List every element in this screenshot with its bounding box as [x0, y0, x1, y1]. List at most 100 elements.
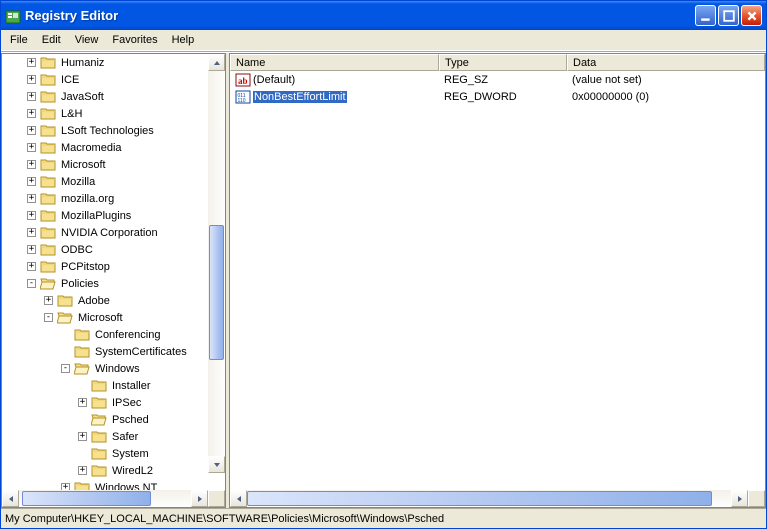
expand-icon[interactable]: +: [27, 75, 36, 84]
tree-node[interactable]: +NVIDIA Corporation: [4, 224, 225, 241]
expand-icon[interactable]: +: [27, 211, 36, 220]
value-row[interactable]: ab(Default)REG_SZ(value not set): [230, 71, 765, 88]
window-title: Registry Editor: [25, 8, 695, 23]
tree-node[interactable]: + Microsoft: [4, 156, 225, 173]
collapse-icon[interactable]: -: [27, 279, 36, 288]
no-expander: [61, 347, 70, 356]
col-type-header[interactable]: Type: [439, 54, 567, 71]
svg-text:110: 110: [238, 98, 246, 104]
tree-node-label: Mozilla: [59, 174, 97, 190]
tree-horizontal-scrollbar[interactable]: [2, 490, 225, 507]
expand-icon[interactable]: +: [78, 466, 87, 475]
tree-node[interactable]: + Mozilla: [4, 173, 225, 190]
collapse-icon[interactable]: -: [61, 364, 70, 373]
tree-node[interactable]: + Safer: [4, 428, 225, 445]
folder-icon: [57, 294, 73, 307]
scroll-right-button[interactable]: [731, 490, 748, 507]
col-name-header[interactable]: Name: [230, 54, 439, 71]
expand-icon[interactable]: +: [78, 432, 87, 441]
tree-node[interactable]: +MozillaPlugins: [4, 207, 225, 224]
scroll-left-button[interactable]: [2, 490, 19, 507]
expand-icon[interactable]: +: [27, 228, 36, 237]
tree-node-label: Safer: [110, 429, 140, 445]
menu-edit[interactable]: Edit: [35, 32, 68, 48]
tree-pane: +Humaniz+ICE+JavaSoft+L&H+LSoft Technolo…: [1, 53, 226, 508]
tree-node[interactable]: -Microsoft: [4, 309, 225, 326]
tree-node-label: Windows: [93, 361, 142, 377]
tree-node[interactable]: +JavaSoft: [4, 88, 225, 105]
tree-node[interactable]: -Policies: [4, 275, 225, 292]
value-data: (value not set): [567, 73, 765, 87]
status-bar: My Computer\HKEY_LOCAL_MACHINE\SOFTWARE\…: [1, 508, 766, 528]
menu-favorites[interactable]: Favorites: [105, 32, 164, 48]
tree-node[interactable]: +L&H: [4, 105, 225, 122]
tree-node[interactable]: +Windows NT: [4, 479, 225, 490]
tree-node-label: Microsoft: [59, 157, 108, 173]
expand-icon[interactable]: +: [27, 92, 36, 101]
expand-icon[interactable]: +: [27, 126, 36, 135]
expand-icon[interactable]: +: [61, 483, 70, 490]
expand-icon[interactable]: +: [27, 177, 36, 186]
tree-node[interactable]: + IPSec: [4, 394, 225, 411]
registry-editor-window: Registry Editor File Edit View Favorites…: [0, 0, 767, 529]
scroll-left-button[interactable]: [230, 490, 247, 507]
expand-icon[interactable]: +: [27, 58, 36, 67]
expand-icon[interactable]: +: [78, 398, 87, 407]
tree-node[interactable]: +WiredL2: [4, 462, 225, 479]
tree-node[interactable]: Conferencing: [4, 326, 225, 343]
maximize-button[interactable]: [718, 5, 739, 26]
scroll-right-button[interactable]: [191, 490, 208, 507]
tree-node-label: System: [110, 446, 151, 462]
folder-icon: [40, 192, 56, 205]
menu-help[interactable]: Help: [165, 32, 202, 48]
scroll-up-button[interactable]: [208, 54, 225, 71]
tree-node[interactable]: +Macromedia: [4, 139, 225, 156]
folder-icon: [74, 481, 90, 490]
close-button[interactable]: [741, 5, 762, 26]
value-row[interactable]: 011110NonBestEffortLimitREG_DWORD0x00000…: [230, 88, 765, 105]
scroll-down-button[interactable]: [208, 456, 225, 473]
tree-node[interactable]: System: [4, 445, 225, 462]
folder-icon: [40, 260, 56, 273]
tree-node-label: Psched: [110, 412, 151, 428]
tree-node[interactable]: +mozilla.org: [4, 190, 225, 207]
tree-node[interactable]: - Windows: [4, 360, 225, 377]
tree-node[interactable]: +ICE: [4, 71, 225, 88]
folder-icon: [91, 447, 107, 460]
expand-icon[interactable]: +: [27, 262, 36, 271]
folder-icon: [40, 141, 56, 154]
collapse-icon[interactable]: -: [44, 313, 53, 322]
tree-node[interactable]: +LSoft Technologies: [4, 122, 225, 139]
expand-icon[interactable]: +: [27, 194, 36, 203]
title-bar[interactable]: Registry Editor: [1, 1, 766, 30]
menu-view[interactable]: View: [68, 32, 106, 48]
tree-node[interactable]: + Adobe: [4, 292, 225, 309]
no-expander: [78, 381, 87, 390]
tree-node[interactable]: +ODBC: [4, 241, 225, 258]
expand-icon[interactable]: +: [44, 296, 53, 305]
tree-node[interactable]: Psched: [4, 411, 225, 428]
tree-node[interactable]: +PCPitstop: [4, 258, 225, 275]
app-icon: [5, 8, 21, 24]
folder-open-icon: [57, 311, 73, 324]
tree-node[interactable]: Installer: [4, 377, 225, 394]
tree-node[interactable]: +Humaniz: [4, 54, 225, 71]
col-data-header[interactable]: Data: [567, 54, 765, 71]
expand-icon[interactable]: +: [27, 245, 36, 254]
tree-node[interactable]: SystemCertificates: [4, 343, 225, 360]
list-horizontal-scrollbar[interactable]: [230, 490, 765, 507]
tree-node-label: Conferencing: [93, 327, 162, 343]
tree-node-label: IPSec: [110, 395, 143, 411]
minimize-button[interactable]: [695, 5, 716, 26]
folder-icon: [40, 226, 56, 239]
menu-file[interactable]: File: [3, 32, 35, 48]
no-expander: [78, 449, 87, 458]
value-type: REG_DWORD: [439, 90, 567, 104]
tree-node-label: Adobe: [76, 293, 112, 309]
expand-icon[interactable]: +: [27, 143, 36, 152]
tree-vertical-scrollbar[interactable]: [208, 54, 225, 473]
folder-icon: [91, 396, 107, 409]
expand-icon[interactable]: +: [27, 160, 36, 169]
value-name: NonBestEffortLimit: [253, 91, 347, 103]
expand-icon[interactable]: +: [27, 109, 36, 118]
